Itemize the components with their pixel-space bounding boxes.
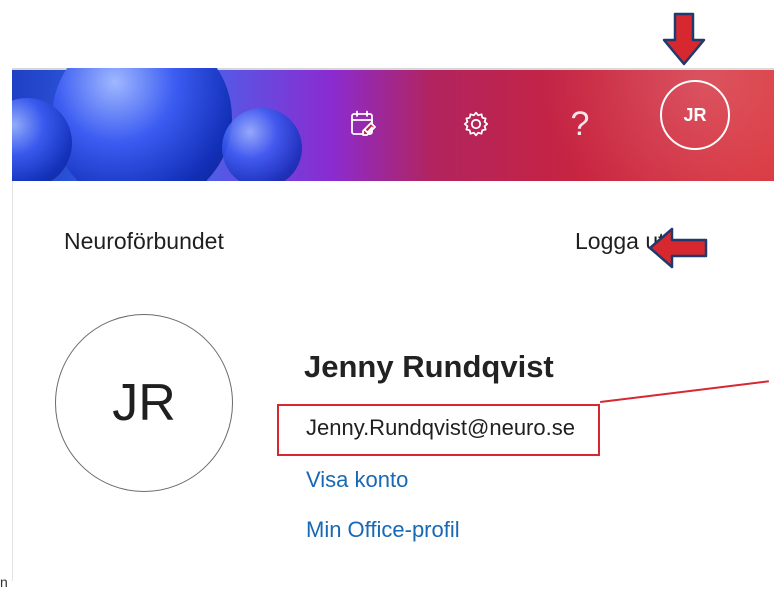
background-bubble (222, 108, 302, 181)
arrow-left-icon (648, 227, 708, 269)
avatar: JR (55, 314, 233, 492)
organization-name: Neuroförbundet (64, 228, 224, 254)
view-account-link[interactable]: Visa konto (306, 467, 408, 493)
background-bubble (52, 68, 232, 181)
email-highlight-box (277, 404, 600, 456)
calendar-check-button[interactable] (340, 100, 388, 148)
calendar-check-icon (349, 109, 379, 139)
gear-icon (460, 108, 492, 140)
arrow-down-icon (662, 12, 706, 66)
help-icon: ? (570, 105, 590, 143)
top-bar: ? (12, 68, 774, 181)
panel-divider (12, 181, 13, 581)
office-profile-link[interactable]: Min Office-profil (306, 517, 460, 543)
user-name: Jenny Rundqvist (304, 349, 554, 384)
settings-button[interactable] (452, 100, 500, 148)
annotation-line (600, 380, 769, 403)
truncated-text: n (0, 574, 8, 590)
help-button[interactable]: ? (556, 100, 604, 148)
profile-avatar-button[interactable]: JR (660, 80, 730, 150)
